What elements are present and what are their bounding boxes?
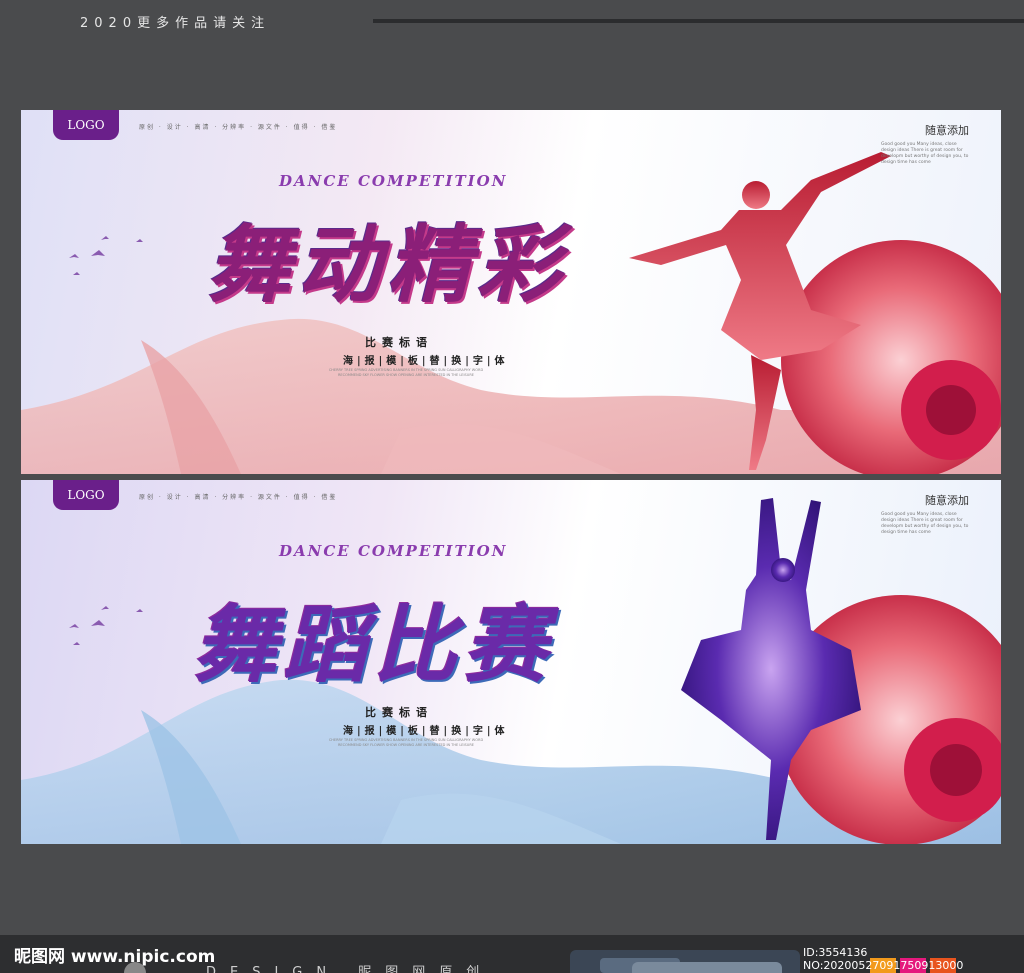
slogan-subheading: 海|报|模|板|替|换|字|体 [343, 356, 509, 367]
main-title: 舞蹈比赛 [193, 595, 554, 694]
logo-badge: LOGO [53, 110, 119, 140]
slogan-heading: 比赛标语 [365, 706, 433, 719]
birds-icon [69, 236, 143, 275]
nipic-watermark[interactable]: 昵图网 www.nipic.com [14, 942, 215, 967]
placeholder-english-text: Good good you Many ideas, close design i… [881, 512, 969, 535]
design-watermark: DESIGN 昵图网原创 [206, 965, 494, 973]
top-caption: 2020更多作品请关注 [80, 16, 271, 31]
dance-competition-heading: DANCE COMPETITION [279, 172, 508, 190]
banner-dance-wonderful: LOGO 原创 · 设计 · 高清 · 分辨率 · 源文件 · 值得 · 借鉴 … [21, 110, 1001, 474]
logo-badge: LOGO [53, 480, 119, 510]
dance-competition-heading: DANCE COMPETITION [279, 542, 508, 560]
top-right-label: 随意添加 [925, 124, 969, 137]
tiny-english-text: CHERRY TREE SPRING ADVERTISING BANNERS I… [328, 738, 484, 747]
footer-decoration [632, 962, 782, 973]
image-id-label: ID:3554136 NO:20200527091750913000 [803, 946, 964, 972]
birds-icon [69, 606, 143, 645]
meta-line: 原创 · 设计 · 高清 · 分辨率 · 源文件 · 值得 · 借鉴 [139, 494, 338, 501]
meta-line: 原创 · 设计 · 高清 · 分辨率 · 源文件 · 值得 · 借鉴 [139, 124, 338, 131]
slogan-heading: 比赛标语 [365, 336, 433, 349]
top-right-label: 随意添加 [925, 494, 969, 507]
slogan-subheading: 海|报|模|板|替|换|字|体 [343, 726, 509, 737]
banner-dance-competition: LOGO 原创 · 设计 · 高清 · 分辨率 · 源文件 · 值得 · 借鉴 … [21, 480, 1001, 844]
top-divider [373, 19, 1024, 23]
main-title: 舞动精彩 [207, 215, 568, 314]
tiny-english-text: CHERRY TREE SPRING ADVERTISING BANNERS I… [328, 368, 484, 377]
placeholder-english-text: Good good you Many ideas, close design i… [881, 142, 969, 165]
